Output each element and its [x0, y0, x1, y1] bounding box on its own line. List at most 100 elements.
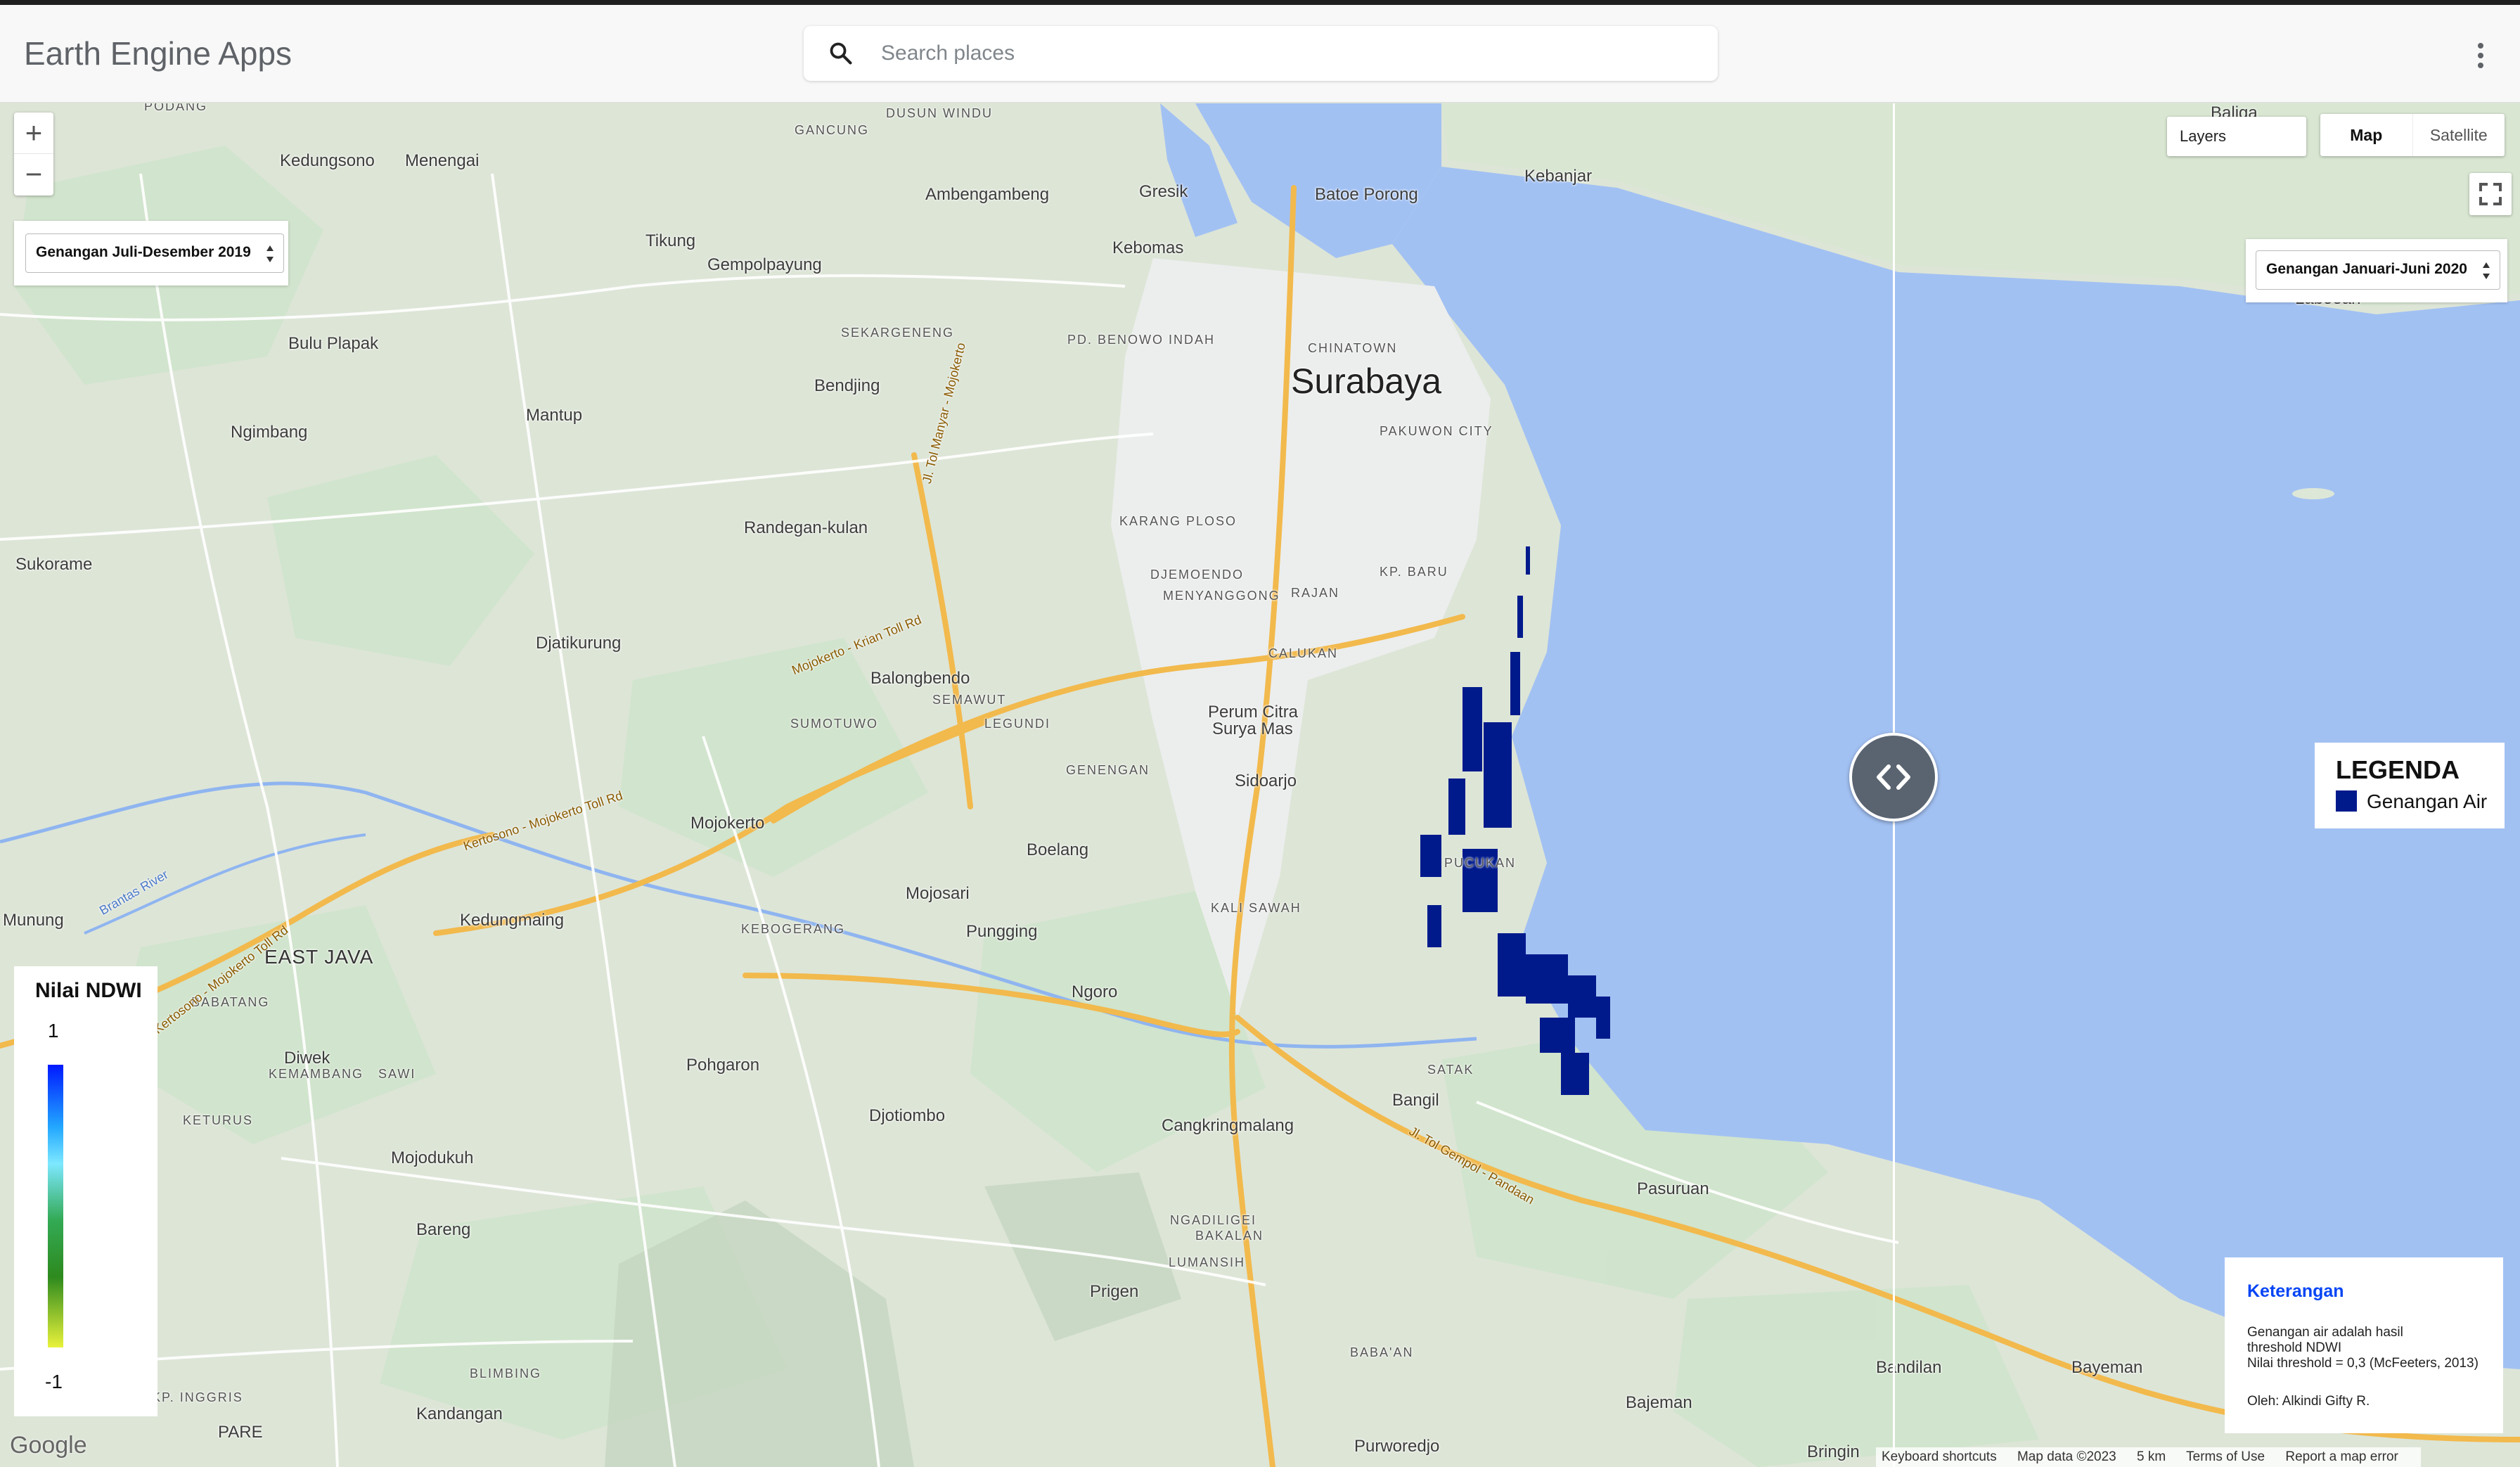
place-label: BLIMBING [470, 1366, 542, 1380]
app-title: Earth Engine Apps [24, 35, 292, 72]
place-label: Kandangan [416, 1404, 503, 1423]
place-label: CHINATOWN [1308, 341, 1398, 355]
left-layer-select[interactable]: Genangan Juli-Desember 2019 [25, 233, 284, 273]
map-type-satellite-button[interactable]: Satellite [2412, 114, 2505, 156]
place-label: Pohgaron [686, 1056, 760, 1075]
zoom-out-button[interactable]: − [14, 153, 53, 194]
place-label: Bandilan [1876, 1358, 1942, 1377]
place-label: DUSUN WINDU [886, 106, 993, 120]
map-type-map-button[interactable]: Map [2320, 114, 2412, 156]
place-label: KP. BARU [1380, 565, 1448, 579]
layers-dropdown[interactable]: Layers [2167, 117, 2306, 156]
left-layer-panel: Genangan Juli-Desember 2019 [14, 221, 288, 286]
place-label: Mojokerto [690, 814, 765, 833]
place-label: BAKALAN [1195, 1229, 1264, 1243]
fullscreen-icon [2479, 183, 2502, 205]
place-label: Bulu Plapak [288, 334, 379, 353]
keterangan-description: Genangan air adalah hasil threshold NDWI… [2247, 1325, 2479, 1371]
ndwi-legend-max: 1 [48, 1020, 59, 1042]
legenda-title: LEGENDA [2336, 755, 2460, 784]
search-icon [830, 42, 852, 65]
place-label: Pasuruan [1637, 1179, 1709, 1198]
place-label: Bajeman [1626, 1393, 1692, 1412]
place-label: Purworedjo [1354, 1437, 1440, 1456]
place-label: Gempolpayung [707, 255, 822, 274]
place-label: KETURUS [183, 1113, 254, 1127]
search-input[interactable] [881, 34, 1690, 72]
map-data-text: Map data ©2023 [2017, 1449, 2116, 1464]
place-label: PD. BENOWO INDAH [1067, 333, 1216, 347]
place-label: Menengai [405, 151, 480, 170]
right-layer-select-value: Genangan Januari-Juni 2020 [2266, 261, 2467, 277]
place-label: Bringin [1807, 1442, 1860, 1461]
place-label: Boelang [1027, 840, 1089, 859]
place-label: Cangkringmalang [1162, 1116, 1294, 1135]
place-label: GANCUNG [795, 123, 870, 137]
place-label: Munung [3, 911, 64, 930]
place-label: Bendjing [814, 376, 880, 395]
split-divider-handle[interactable] [1849, 733, 1938, 821]
zoom-in-button[interactable]: + [14, 113, 53, 153]
keterangan-line: Nilai threshold = 0,3 (McFeeters, 2013) [2247, 1356, 2479, 1371]
right-layer-select[interactable]: Genangan Januari-Juni 2020 [2256, 250, 2500, 290]
ndwi-legend-min: -1 [45, 1371, 63, 1392]
place-label: Mojosari [906, 884, 970, 903]
browser-top-strip [0, 0, 2520, 5]
legenda-swatch [2336, 790, 2357, 812]
place-label: Kedungmaing [460, 911, 565, 930]
place-label: Pungging [966, 922, 1038, 941]
place-label: Sukorame [15, 555, 93, 574]
terms-link[interactable]: Terms of Use [2186, 1449, 2265, 1464]
place-label: Mantup [526, 406, 583, 425]
place-label: KP. INGGRIS [152, 1390, 243, 1404]
ndwi-legend-panel: Nilai NDWI 1 -1 [14, 966, 158, 1416]
place-label: SATAK [1427, 1063, 1474, 1077]
place-label: SEMAWUT [932, 693, 1007, 707]
legenda-panel: LEGENDA Genangan Air [2315, 743, 2505, 828]
google-logo: Google [10, 1432, 87, 1459]
place-label: KALI SAWAH [1211, 901, 1301, 915]
place-label: BABA'AN [1350, 1345, 1414, 1359]
place-label: NGADILIGEI [1170, 1213, 1257, 1227]
place-label: Kebanjar [1524, 167, 1593, 186]
scale-text[interactable]: 5 km [2137, 1449, 2166, 1464]
place-label: LEGUNDI [984, 717, 1051, 731]
map-type-control: Map Satellite [2320, 114, 2505, 156]
more-options-icon[interactable] [2468, 40, 2493, 79]
keyboard-shortcuts-link[interactable]: Keyboard shortcuts [1882, 1449, 1997, 1464]
place-label: KEMAMBANG [269, 1067, 364, 1081]
search-box[interactable] [804, 26, 1718, 81]
place-label: SEKARGENENG [841, 326, 955, 340]
map-attribution: Keyboard shortcuts Map data ©2023 5 km T… [1876, 1447, 2421, 1467]
place-label: Bareng [416, 1220, 471, 1239]
fullscreen-button[interactable] [2469, 173, 2512, 215]
place-label: SAWI [378, 1067, 416, 1081]
place-label: Randegan-kulan [744, 518, 868, 537]
zoom-control: + − [14, 113, 53, 196]
place-label: Djatikurung [536, 634, 622, 653]
place-label: Gresik [1139, 182, 1188, 201]
place-label: LUMANSIH [1169, 1255, 1246, 1269]
place-label: EAST JAVA [264, 946, 374, 968]
select-arrows-icon [266, 245, 274, 262]
place-label: CALUKAN [1268, 646, 1339, 660]
report-error-link[interactable]: Report a map error [2285, 1449, 2398, 1464]
app-header: Earth Engine Apps [0, 5, 2520, 103]
place-label: Sidoarjo [1235, 771, 1297, 790]
place-label: KEBOGERANG [741, 922, 846, 936]
place-label: Tikung [645, 231, 696, 250]
place-label-surabaya: Surabaya [1291, 361, 1442, 401]
map-canvas[interactable]: PODANG Kedungsono Menengai GANCUNG DUSUN… [0, 103, 2520, 1467]
place-label: GENENGAN [1066, 763, 1150, 777]
place-label: Balongbendo [870, 669, 970, 688]
place-label: Surya Mas [1212, 719, 1293, 738]
place-label: DJEMOENDO [1150, 568, 1245, 582]
place-label: Bangil [1392, 1091, 1439, 1110]
place-label: Prigen [1090, 1282, 1139, 1301]
place-label: Bayeman [2071, 1358, 2143, 1377]
place-label: MENYANGGONG [1163, 589, 1280, 603]
split-arrows-icon [1877, 764, 1910, 790]
keterangan-title: Keterangan [2247, 1281, 2344, 1301]
ndwi-legend-title: Nilai NDWI [35, 979, 142, 1002]
place-label: Ambengambeng [925, 185, 1050, 204]
